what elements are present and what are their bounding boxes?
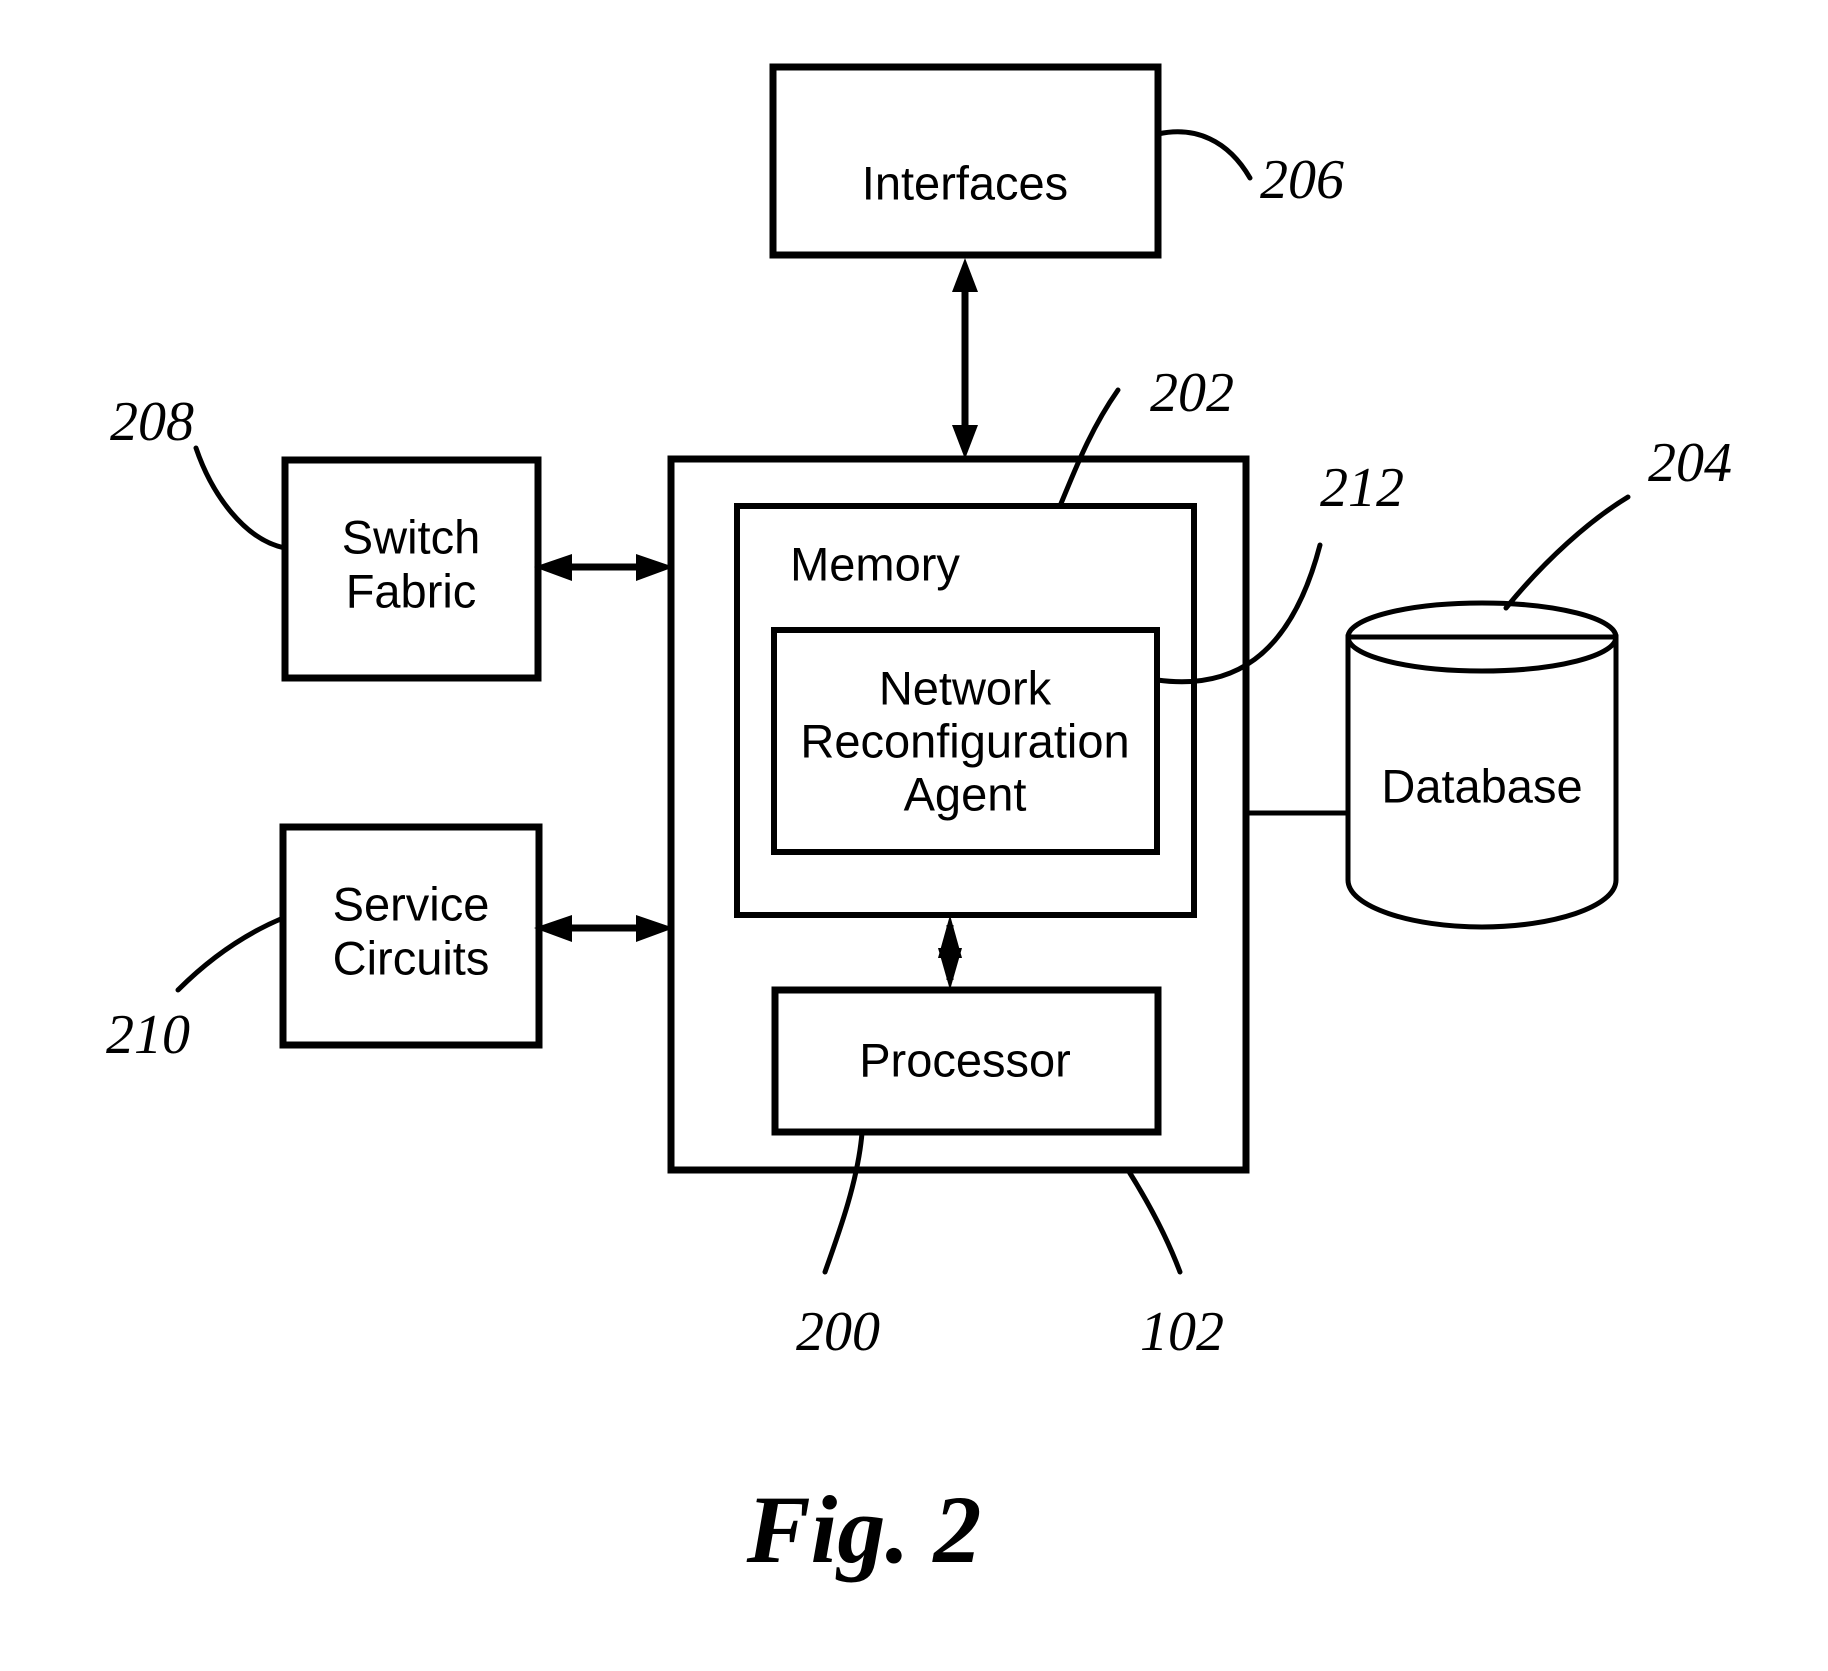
arrow-interfaces-node	[952, 258, 978, 459]
service-circuits-label-line2: Circuits	[333, 931, 490, 984]
memory-label: Memory	[790, 537, 960, 590]
network-reconfiguration-agent-block: Network Reconfiguration Agent	[771, 627, 1160, 855]
ref-numeral-204: 204	[1648, 432, 1732, 494]
figure-canvas: Interfaces 206 Memory 202 Network Reconf…	[0, 0, 1828, 1671]
interfaces-label: Interfaces	[862, 156, 1068, 209]
processor-block: Processor	[771, 986, 1162, 1136]
arrow-switch-fabric-node	[534, 554, 674, 581]
ref-numeral-202: 202	[1150, 362, 1234, 424]
interfaces-block: Interfaces	[769, 63, 1162, 259]
lead-line-206	[1155, 129, 1253, 181]
processor-label: Processor	[859, 1033, 1071, 1086]
lead-line-212	[1154, 542, 1323, 685]
lead-line-102	[1125, 1167, 1183, 1275]
figure-caption: Fig. 2	[746, 1476, 982, 1583]
switch-fabric-label-line2: Fabric	[346, 564, 477, 617]
service-circuits-label-line1: Service	[333, 877, 490, 930]
ref-numeral-210: 210	[106, 1004, 190, 1066]
ref-numeral-200: 200	[796, 1301, 880, 1363]
nra-label-line3: Agent	[904, 767, 1027, 820]
arrow-service-circuits-node	[534, 915, 674, 942]
lead-line-202	[1057, 387, 1121, 509]
block-diagram: Interfaces 206 Memory 202 Network Reconf…	[106, 63, 1732, 1583]
switch-fabric-label-line1: Switch	[342, 510, 480, 563]
ref-numeral-206: 206	[1260, 149, 1344, 211]
ref-numeral-212: 212	[1320, 457, 1404, 519]
lead-line-208	[193, 445, 288, 551]
lead-line-210	[175, 915, 286, 993]
service-circuits-block: Service Circuits	[279, 823, 543, 1049]
ref-numeral-208: 208	[110, 391, 194, 453]
nra-label-line2: Reconfiguration	[800, 714, 1129, 767]
arrow-memory-processor	[938, 915, 962, 990]
switch-fabric-block: Switch Fabric	[281, 456, 542, 682]
ref-numeral-102: 102	[1140, 1301, 1224, 1363]
lead-line-200	[822, 1130, 865, 1275]
database-block: Database	[1345, 600, 1619, 930]
database-label: Database	[1381, 759, 1582, 812]
nra-label-line1: Network	[879, 661, 1052, 714]
lead-line-204	[1503, 494, 1631, 611]
